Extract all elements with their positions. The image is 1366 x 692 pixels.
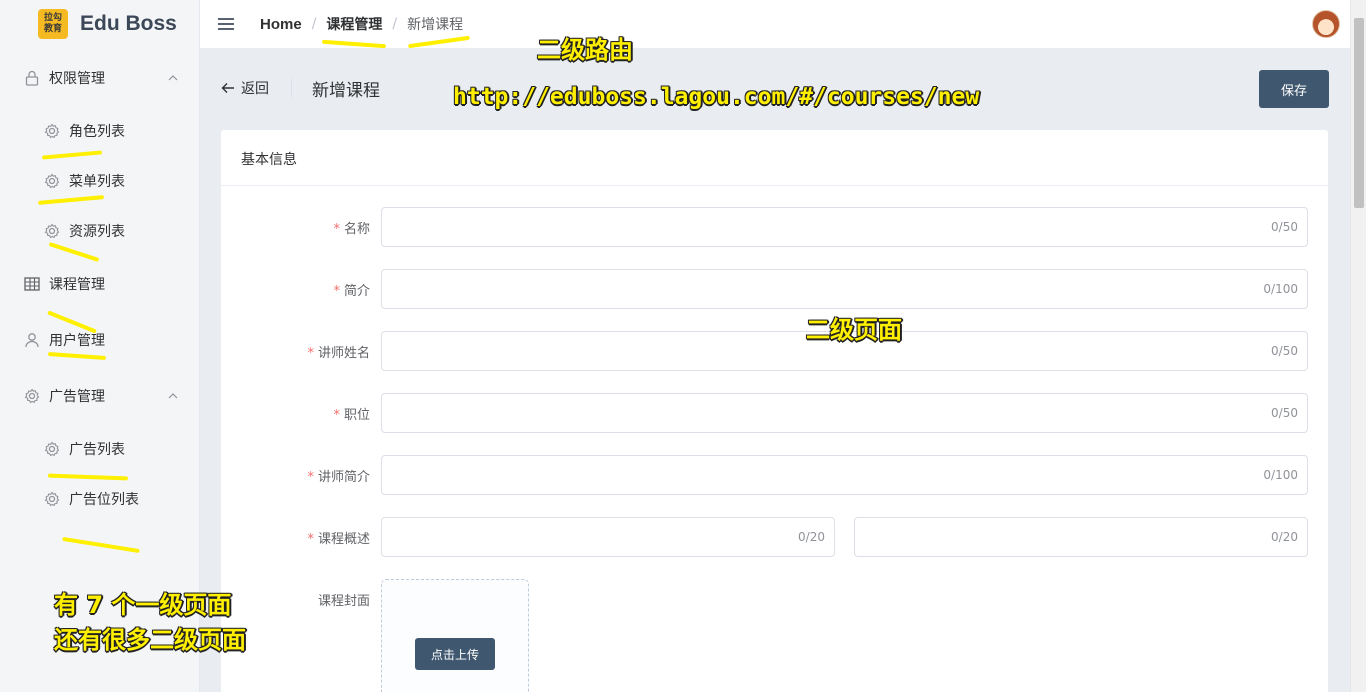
sidebar-item-menus[interactable]: 菜单列表 xyxy=(0,171,200,191)
required-mark: * xyxy=(307,346,314,361)
gear-icon xyxy=(44,441,60,457)
arrow-left-icon xyxy=(221,79,235,98)
field-label: * 讲师简介 xyxy=(307,470,370,485)
char-count: 0/100 xyxy=(1263,282,1298,296)
teacher-brief-input[interactable]: 0/100 xyxy=(381,455,1308,495)
breadcrumb: Home / 课程管理 / 新增课程 xyxy=(260,14,463,34)
back-button[interactable]: 返回 xyxy=(221,78,269,98)
page-title: 新增课程 xyxy=(312,81,380,101)
sidebar-item-label: 菜单列表 xyxy=(69,174,125,190)
required-mark: * xyxy=(333,284,340,299)
sidebar-item-courses[interactable]: 课程管理 xyxy=(0,274,200,294)
upload-button[interactable]: 点击上传 xyxy=(415,638,495,670)
required-mark: * xyxy=(307,470,314,485)
required-mark: * xyxy=(333,222,340,237)
char-count: 0/20 xyxy=(798,530,825,544)
logo-mark-line2: 教育 xyxy=(43,24,62,34)
char-count: 0/50 xyxy=(1271,220,1298,234)
sidebar-item-ad-space-list[interactable]: 广告位列表 xyxy=(0,489,200,509)
gear-icon xyxy=(44,491,60,507)
name-input[interactable]: 0/50 xyxy=(381,207,1308,247)
divider xyxy=(291,79,292,97)
field-label: * 名称 xyxy=(333,222,370,237)
annotation-note-line2: 还有很多二级页面 xyxy=(54,626,246,654)
basic-info-card: 基本信息 * 名称 0/50 * 简介 0/100 * 讲师姓名 0/50 * 职位 0… xyxy=(221,130,1328,692)
sidebar-item-label: 课程管理 xyxy=(49,277,105,293)
char-count: 0/50 xyxy=(1271,344,1298,358)
sidebar-item-label: 角色列表 xyxy=(69,124,125,140)
char-count: 0/50 xyxy=(1271,406,1298,420)
sidebar-item-permissions[interactable]: 权限管理 xyxy=(0,68,200,88)
sidebar-item-label: 广告列表 xyxy=(69,442,125,458)
chevron-up-icon xyxy=(168,73,178,84)
form-row-overview: * 课程概述 0/20 0/20 xyxy=(221,517,1328,557)
overview-input-2[interactable]: 0/20 xyxy=(854,517,1308,557)
field-label: * 简介 xyxy=(333,284,370,299)
position-input[interactable]: 0/50 xyxy=(381,393,1308,433)
breadcrumb-current: 新增课程 xyxy=(407,17,464,33)
form-row-name: * 名称 0/50 xyxy=(221,207,1328,247)
overview-input-1[interactable]: 0/20 xyxy=(381,517,835,557)
char-count: 0/100 xyxy=(1263,468,1298,482)
sidebar-item-label: 资源列表 xyxy=(69,224,125,240)
gear-icon xyxy=(44,173,60,189)
sidebar-item-label: 广告管理 xyxy=(49,389,105,405)
save-button[interactable]: 保存 xyxy=(1259,70,1329,108)
breadcrumb-home[interactable]: Home xyxy=(260,16,302,33)
app-name: Edu Boss xyxy=(80,12,177,35)
user-icon xyxy=(24,332,40,348)
top-header: Home / 课程管理 / 新增课程 xyxy=(200,0,1350,48)
annotation-url: http://eduboss.lagou.com/#/courses/new xyxy=(453,84,980,110)
field-label: * 课程概述 xyxy=(307,532,370,547)
scrollbar-thumb[interactable] xyxy=(1354,18,1364,208)
sidebar-item-users[interactable]: 用户管理 xyxy=(0,330,200,350)
gear-icon xyxy=(44,223,60,239)
gear-icon xyxy=(24,388,40,404)
sidebar-item-ad-list[interactable]: 广告列表 xyxy=(0,439,200,459)
annotation-page-level: 二级页面 xyxy=(806,316,902,344)
chevron-up-icon xyxy=(168,391,178,402)
avatar[interactable] xyxy=(1312,10,1340,38)
form-row-brief: * 简介 0/100 xyxy=(221,269,1328,309)
form-row-teacher-name: * 讲师姓名 0/50 xyxy=(221,331,1328,371)
char-count: 0/20 xyxy=(1271,530,1298,544)
sidebar-item-label: 广告位列表 xyxy=(69,492,139,508)
field-label: 课程封面 xyxy=(317,594,370,609)
vertical-scrollbar[interactable] xyxy=(1350,0,1366,692)
brief-input[interactable]: 0/100 xyxy=(381,269,1308,309)
breadcrumb-separator: / xyxy=(311,16,317,32)
field-label: * 讲师姓名 xyxy=(307,346,370,361)
required-mark: * xyxy=(333,408,340,423)
sidebar-item-roles[interactable]: 角色列表 xyxy=(0,121,200,141)
lock-icon xyxy=(24,70,40,86)
back-label: 返回 xyxy=(241,81,269,97)
breadcrumb-separator: / xyxy=(392,16,398,32)
sidebar-item-ads[interactable]: 广告管理 xyxy=(0,386,200,406)
card-title: 基本信息 xyxy=(221,130,1328,186)
field-label: * 职位 xyxy=(333,408,370,423)
logo-mark-line1: 拉勾 xyxy=(43,13,62,23)
hamburger-icon[interactable] xyxy=(218,18,234,30)
annotation-note-line1: 有 7 个一级页面 xyxy=(54,591,232,619)
grid-icon xyxy=(24,276,40,292)
annotation-route-level: 二级路由 xyxy=(537,36,633,64)
form-row-teacher-brief: * 讲师简介 0/100 xyxy=(221,455,1328,495)
form-row-position: * 职位 0/50 xyxy=(221,393,1328,433)
required-mark: * xyxy=(307,532,314,547)
logo[interactable]: 拉勾 教育 Edu Boss xyxy=(0,0,199,48)
sidebar-item-resources[interactable]: 资源列表 xyxy=(0,221,200,241)
logo-mark: 拉勾 教育 xyxy=(38,9,68,39)
breadcrumb-courses[interactable]: 课程管理 xyxy=(326,14,382,34)
sidebar-item-label: 用户管理 xyxy=(49,333,105,349)
gear-icon xyxy=(44,123,60,139)
sidebar-item-label: 权限管理 xyxy=(49,71,105,87)
cover-upload-area[interactable]: 点击上传 xyxy=(381,579,529,692)
